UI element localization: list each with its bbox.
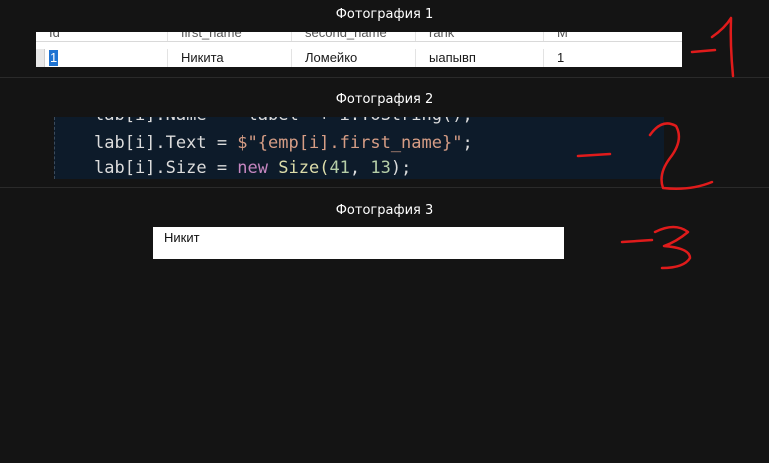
column-header-id[interactable]: Id xyxy=(36,32,168,41)
code-type-token: Size( xyxy=(268,158,330,178)
cell-m[interactable]: 1 xyxy=(544,49,682,67)
code-string-token: $"{emp[i].first_name}" xyxy=(237,133,463,153)
annotation-dash-1 xyxy=(690,48,717,54)
annotation-digit-1 xyxy=(710,16,735,78)
data-grid-screenshot: Id first_name second_name rank M 1 Никит… xyxy=(36,32,682,67)
column-header-first-name[interactable]: first_name xyxy=(168,32,292,41)
column-header-m[interactable]: M xyxy=(544,32,682,41)
code-token: , xyxy=(349,158,371,178)
cell-rank[interactable]: ыапывп xyxy=(416,49,544,67)
cell-second-name[interactable]: Ломейко xyxy=(292,49,416,67)
code-token: ); xyxy=(390,158,412,178)
indent-guide xyxy=(54,117,55,179)
cell-id[interactable]: 1 xyxy=(36,49,168,67)
code-number-token: 13 xyxy=(370,158,391,178)
photo-2-caption: Фотография 2 xyxy=(335,92,434,107)
code-line-2: lab[i].Text = $"{emp[i].first_name}"; xyxy=(94,131,473,156)
code-keyword-token: new xyxy=(237,158,269,178)
selected-cell-value: 1 xyxy=(49,50,59,66)
grid-header-row: Id first_name second_name rank M xyxy=(36,32,682,42)
annotation-digit-3 xyxy=(653,225,692,270)
code-token: lab[i].Size = xyxy=(94,158,238,178)
code-editor-screenshot: lab[i].Name = "label" + i.ToString(); la… xyxy=(54,117,664,179)
column-header-second-name[interactable]: second_name xyxy=(292,32,416,41)
code-line-1: lab[i].Name = "label" + i.ToString(); xyxy=(94,117,473,128)
code-line-3: lab[i].Size = new Size(41, 13); xyxy=(94,156,411,179)
code-token: ; xyxy=(462,133,473,153)
annotation-dash-3 xyxy=(620,238,654,244)
photo-3-caption: Фотография 3 xyxy=(335,203,434,218)
table-row[interactable]: 1 Никита Ломейко ыапывп 1 xyxy=(36,49,682,67)
code-token: lab[i].Text = xyxy=(94,133,238,153)
label-preview-text: Никит xyxy=(164,230,200,245)
label-preview-screenshot: Никит xyxy=(153,227,564,259)
code-number-token: 41 xyxy=(329,158,350,178)
section-divider xyxy=(0,77,769,78)
section-divider xyxy=(0,187,769,188)
photo-1-caption: Фотография 1 xyxy=(335,7,434,22)
column-header-rank[interactable]: rank xyxy=(416,32,544,41)
cell-first-name[interactable]: Никита xyxy=(168,49,292,67)
